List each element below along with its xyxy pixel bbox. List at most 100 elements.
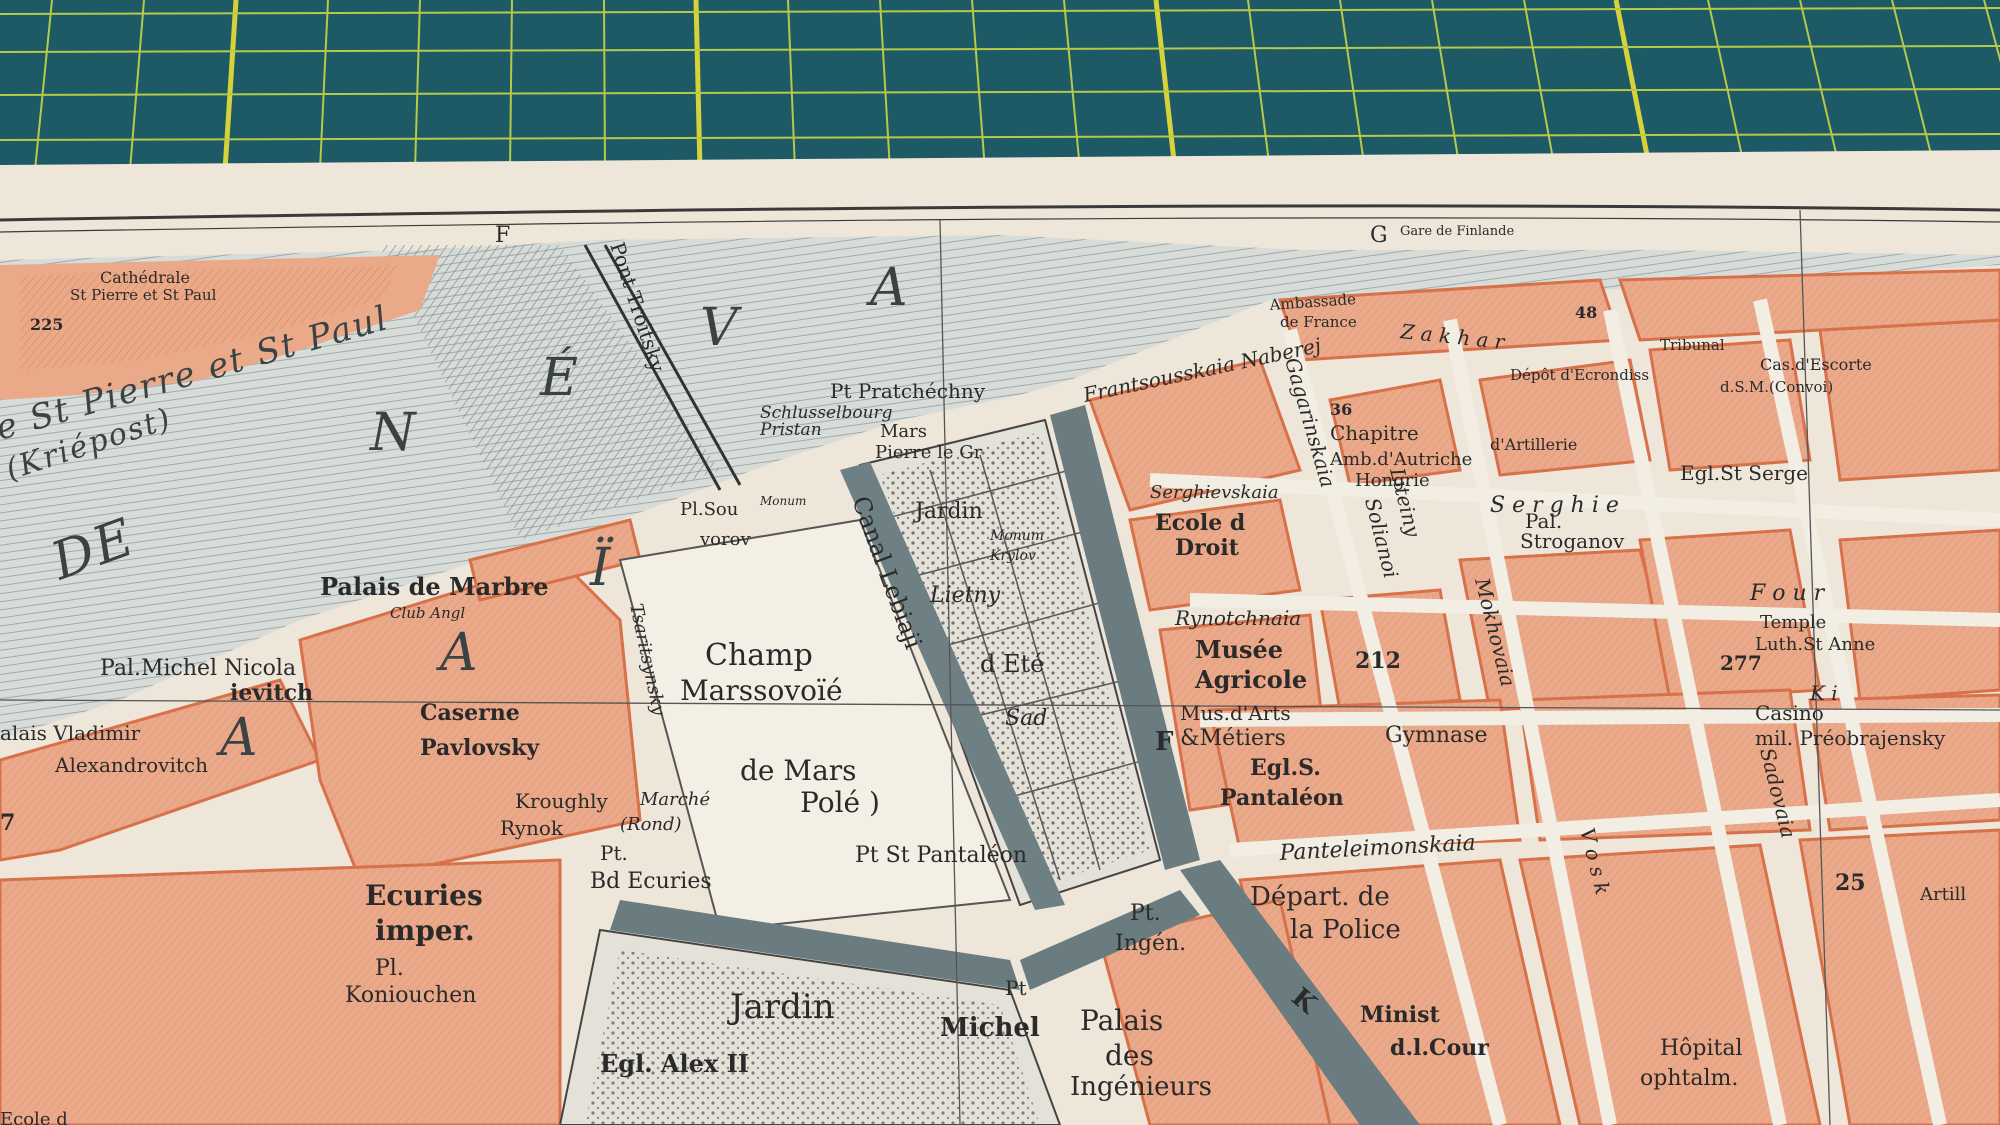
naia-letter-a: A xyxy=(216,708,260,768)
label-pt-ingen: Pt. xyxy=(1130,901,1161,926)
label-chapitre: Chapitre xyxy=(1330,421,1419,445)
label-monum-souvorov: Monum xyxy=(759,494,806,508)
label-pt-st-pantaleon: Pt St Pantaléon xyxy=(855,843,1027,868)
label-pristan: Pristan xyxy=(759,420,822,440)
label-ssm-convoi: d.S.M.(Convoi) xyxy=(1720,378,1833,396)
label-mars: Mars xyxy=(880,421,927,442)
label-pole: Polé ) xyxy=(800,786,880,819)
label-sad: Sad xyxy=(1005,706,1047,731)
label-la-police: la Police xyxy=(1290,915,1401,945)
label-des: des xyxy=(1105,1039,1154,1072)
label-vorov: vorov xyxy=(699,529,751,550)
photo-scene: F G N É V A DE Ï A A e St Pierre et St P… xyxy=(0,0,2000,1125)
label-alexandrovitch: Alexandrovitch xyxy=(54,753,208,777)
label-pierre-le-gr: Pierre le Gr xyxy=(875,442,983,463)
label-277: 277 xyxy=(1720,651,1762,675)
label-de-mars: de Mars xyxy=(740,754,857,787)
label-ministere: Minist xyxy=(1360,1002,1440,1028)
label-bd-ecuries: Bd Ecuries xyxy=(590,869,712,894)
map-sheet: F G N É V A DE Ï A A e St Pierre et St P… xyxy=(0,150,2000,1125)
label-preobrajensky: mil. Préobrajensky xyxy=(1755,726,1946,750)
label-pl-koniouchen: Pl. xyxy=(375,956,404,981)
border-letter-f: F xyxy=(495,223,510,248)
label-gymnase: Gymnase xyxy=(1385,723,1487,748)
label-egl-alex: Egl. Alex II xyxy=(600,1049,749,1078)
label-droit: Droit xyxy=(1175,535,1240,561)
city-block-hatch xyxy=(1820,320,2000,480)
label-ecole-d: Ecole d xyxy=(0,1109,68,1125)
label-pt-pratcheechny: Pt Pratchéchny xyxy=(830,379,986,403)
label-mus-arts: Mus.d'Arts xyxy=(1180,701,1291,725)
label-ingenieurs: Ingénieurs xyxy=(1070,1072,1212,1102)
label-cathedrale: Cathédrale xyxy=(100,268,190,287)
label-depot: Dépôt d'Ecrondiss xyxy=(1510,366,1649,384)
label-212: 212 xyxy=(1355,648,1401,674)
label-pl-souvorov: Pl.Sou xyxy=(680,499,738,520)
label-tribunal: Tribunal xyxy=(1660,336,1725,354)
label-25: 25 xyxy=(1835,870,1866,896)
label-palais-marbre: Palais de Marbre xyxy=(320,572,548,601)
label-imper: imper. xyxy=(375,914,475,947)
label-koniouchen: Koniouchen xyxy=(345,983,476,1008)
label-pantaleon: Pantaléon xyxy=(1220,785,1344,811)
label-cas-escorte: Cas.d'Escorte xyxy=(1760,355,1872,374)
label-gare-finlande: Gare de Finlande xyxy=(1400,224,1514,239)
label-kroughly: Kroughly xyxy=(515,789,609,813)
label-jardin-ete: Jardin xyxy=(913,499,983,524)
label-fontanka: F xyxy=(1155,727,1174,757)
label-7: 7 xyxy=(0,810,15,836)
label-rynok: Rynok xyxy=(500,816,564,840)
label-pt-michel: Pt xyxy=(1005,976,1027,1000)
label-metiers: &Métiers xyxy=(1180,726,1286,751)
label-pt-ecuries: Pt. xyxy=(600,841,628,865)
label-225: 225 xyxy=(30,315,63,334)
label-temple: Temple xyxy=(1760,612,1826,633)
label-club-angl: Club Angl xyxy=(390,604,465,622)
neva-letter-v: V xyxy=(700,298,742,358)
label-serghievskaia: Serghievskaia xyxy=(1150,482,1279,503)
label-de-france: de France xyxy=(1280,313,1357,331)
label-monum-krylov: Monum xyxy=(989,528,1044,544)
label-48: 48 xyxy=(1575,303,1597,322)
label-rond: (Rond) xyxy=(620,814,682,835)
label-michel: Michel xyxy=(940,1013,1040,1043)
label-egl-st-serge: Egl.St Serge xyxy=(1680,461,1808,485)
label-egl-s: Egl.S. xyxy=(1250,755,1321,781)
label-marssovoie: Marssovoïé xyxy=(680,674,843,707)
label-luth-st-anne: Luth.St Anne xyxy=(1755,634,1875,655)
label-st-pierre-paul: St Pierre et St Paul xyxy=(70,286,217,304)
label-ecole-droit: Ecole d xyxy=(1155,510,1245,536)
label-d-la-cour: d.l.Cour xyxy=(1390,1035,1489,1061)
naia-letter-a2: A xyxy=(436,623,480,683)
label-rynotchnaia: Rynotchnaia xyxy=(1174,606,1301,630)
border-letter-g: G xyxy=(1370,223,1388,248)
label-artillerie: d'Artillerie xyxy=(1490,435,1577,454)
label-36: 36 xyxy=(1330,400,1352,419)
label-marche: Marché xyxy=(639,789,710,810)
label-depart-police: Départ. de xyxy=(1250,882,1390,912)
label-champ: Champ xyxy=(705,638,813,673)
label-casino: Casino xyxy=(1755,701,1824,725)
label-krylov: Krylov xyxy=(989,548,1036,564)
label-artill: Artill xyxy=(1919,884,1966,905)
label-hopital: Hôpital xyxy=(1660,1036,1743,1061)
label-ecuries-imper: Ecuries xyxy=(365,879,483,912)
label-pavlovsky: Pavlovsky xyxy=(420,735,540,761)
label-agricole: Agricole xyxy=(1194,665,1307,694)
label-jardin-michel: Jardin xyxy=(727,987,835,1027)
label-palais-vladimir: alais Vladimir xyxy=(0,721,141,745)
label-d-ete: d Eté xyxy=(980,650,1044,678)
label-musee: Musée xyxy=(1195,635,1283,664)
label-fourschtatskaia: F o u r xyxy=(1749,581,1826,606)
label-stroganov: Stroganov xyxy=(1520,529,1625,553)
neva-letter-n: N xyxy=(368,403,418,463)
neva-letter-a: A xyxy=(866,258,910,318)
label-palais-ingenieurs: Palais xyxy=(1080,1004,1163,1037)
label-lietny: Lietny xyxy=(929,583,1001,608)
label-ingen: Ingén. xyxy=(1115,931,1186,956)
label-ophtalm: ophtalm. xyxy=(1640,1066,1738,1091)
label-ievitch: ievitch xyxy=(230,680,313,706)
naia-letter-i: Ï xyxy=(589,537,614,598)
label-caserne: Caserne xyxy=(420,700,520,726)
neva-letter-e: É xyxy=(539,346,580,408)
